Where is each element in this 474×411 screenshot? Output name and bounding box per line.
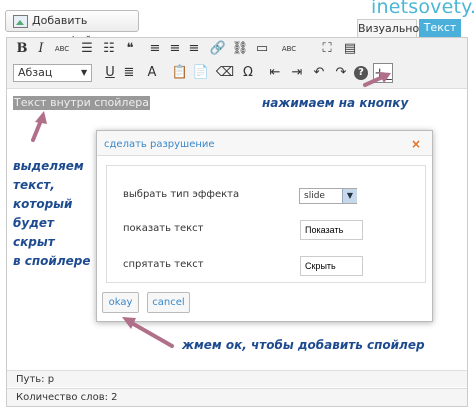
arrow-to-okay-button bbox=[128, 320, 174, 348]
arrowhead-selected bbox=[35, 111, 47, 124]
annotation-arrows bbox=[31, 72, 391, 348]
